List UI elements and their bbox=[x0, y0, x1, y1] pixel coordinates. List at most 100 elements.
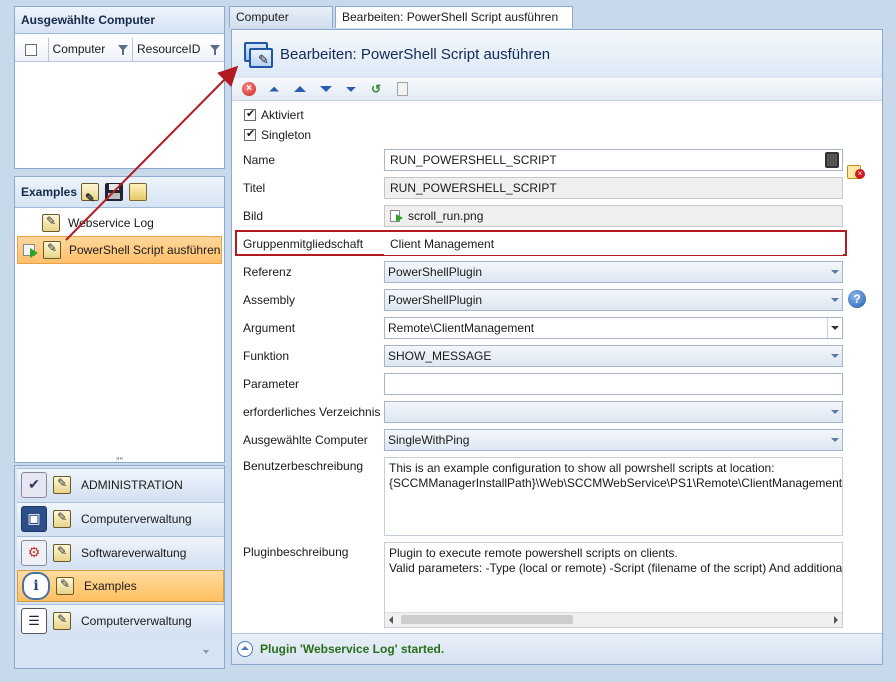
chevron-down-icon bbox=[831, 410, 839, 414]
selected-computers-grid-header: Computer ResourceID bbox=[15, 38, 224, 62]
parameter-label: Parameter bbox=[243, 377, 300, 391]
plugin-textarea[interactable]: Plugin to execute remote powershell scri… bbox=[384, 542, 843, 628]
computer-icon: ▣ bbox=[21, 505, 47, 532]
plugin-hscrollbar[interactable] bbox=[385, 612, 842, 627]
aktiviert-row[interactable]: ✔ Aktiviert bbox=[244, 107, 304, 123]
chevron-down-icon bbox=[831, 354, 839, 358]
verzeichnis-combo[interactable] bbox=[384, 401, 843, 423]
name-field[interactable]: RUN_POWERSHELL_SCRIPT bbox=[384, 149, 843, 171]
clear-name-icon[interactable]: × bbox=[847, 163, 865, 181]
column-computer-label: Computer bbox=[52, 42, 106, 56]
titel-label: Titel bbox=[243, 181, 266, 195]
clipboard-icon: ✔ bbox=[21, 471, 47, 498]
splitter-grip[interactable]: '''' bbox=[14, 457, 225, 466]
help-icon[interactable]: ? bbox=[848, 290, 866, 308]
collapse-up-icon[interactable] bbox=[237, 641, 253, 657]
scroll-right-icon[interactable] bbox=[834, 616, 838, 624]
filter-icon[interactable] bbox=[210, 44, 221, 55]
column-resourceid-label: ResourceID bbox=[137, 42, 201, 56]
move-up-icon[interactable] bbox=[292, 81, 308, 97]
singleton-checkbox[interactable]: ✔ bbox=[244, 128, 256, 141]
argument-combo[interactable]: Remote\ClientManagement bbox=[384, 317, 843, 339]
nav-administration[interactable]: ✔ ADMINISTRATION bbox=[17, 468, 224, 500]
plugin-icon bbox=[43, 241, 61, 259]
delete-icon[interactable]: × bbox=[241, 81, 257, 97]
bild-label: Bild bbox=[243, 209, 264, 223]
save-icon[interactable] bbox=[105, 183, 124, 201]
plugin-icon bbox=[53, 509, 71, 528]
benutzer-textarea[interactable]: This is an example configuration to show… bbox=[384, 457, 843, 536]
gruppe-field[interactable]: Client Management bbox=[384, 233, 843, 255]
examples-header: Examples bbox=[15, 177, 224, 213]
refresh-icon[interactable]: ↺ bbox=[368, 81, 384, 97]
scroll-thumb[interactable] bbox=[401, 615, 573, 624]
plugin-label: Pluginbeschreibung bbox=[243, 545, 349, 559]
open-folder-icon[interactable] bbox=[129, 183, 148, 201]
examples-title: Examples bbox=[21, 185, 78, 199]
plugin-icon bbox=[53, 543, 71, 562]
tree-item-webservice-log[interactable]: Webservice Log bbox=[15, 210, 224, 236]
parameter-field[interactable] bbox=[384, 373, 843, 395]
move-top-icon[interactable]: ⏶ bbox=[266, 81, 282, 97]
nav-computerverwaltung-list[interactable]: ☰ Computerverwaltung bbox=[17, 604, 224, 636]
select-all-checkbox[interactable] bbox=[25, 43, 38, 56]
ausgewaehlt-combo[interactable]: SingleWithPing bbox=[384, 429, 843, 451]
run-icon bbox=[23, 242, 39, 258]
titel-field[interactable]: RUN_POWERSHELL_SCRIPT bbox=[384, 177, 843, 199]
funktion-combo[interactable]: SHOW_MESSAGE bbox=[384, 345, 843, 367]
nav-softwareverwaltung[interactable]: ⚙ Softwareverwaltung bbox=[17, 536, 224, 568]
nav-overflow-chevron-icon[interactable] bbox=[200, 648, 214, 658]
singleton-row[interactable]: ✔ Singleton bbox=[244, 127, 311, 143]
tree-item-powershell-script[interactable]: PowerShell Script ausführen bbox=[17, 236, 222, 264]
aktiviert-checkbox[interactable]: ✔ bbox=[244, 108, 256, 121]
tab-label: Bearbeiten: PowerShell Script ausführen bbox=[342, 10, 559, 24]
name-picker-icon[interactable] bbox=[825, 152, 839, 168]
referenz-value: PowerShellPlugin bbox=[388, 265, 483, 279]
plugin-line-1: Plugin to execute remote powershell scri… bbox=[389, 546, 678, 560]
edit-window-icon: ✎ bbox=[244, 42, 274, 68]
tab-bearbeiten[interactable]: Bearbeiten: PowerShell Script ausführen … bbox=[335, 6, 573, 47]
clipboard-icon[interactable] bbox=[394, 81, 410, 97]
info-icon: i bbox=[22, 572, 50, 600]
move-bottom-icon[interactable]: ⏷ bbox=[343, 81, 359, 97]
selected-computers-title: Ausgewählte Computer bbox=[15, 7, 224, 34]
name-value: RUN_POWERSHELL_SCRIPT bbox=[390, 153, 557, 167]
assembly-combo[interactable]: PowerShellPlugin bbox=[384, 289, 843, 311]
editor-header: ✎ Bearbeiten: PowerShell Script ausführe… bbox=[232, 30, 882, 79]
titel-value: RUN_POWERSHELL_SCRIPT bbox=[390, 181, 557, 195]
status-bar: Plugin 'Webservice Log' started. bbox=[232, 633, 882, 664]
nav-label: Softwareverwaltung bbox=[81, 545, 187, 560]
chevron-down-icon[interactable] bbox=[827, 318, 842, 338]
ausgewaehlt-label: Ausgewählte Computer bbox=[243, 433, 368, 447]
help-icon-glyph: ? bbox=[853, 292, 861, 306]
filter-icon[interactable] bbox=[118, 44, 128, 55]
plugin-icon bbox=[56, 577, 74, 595]
move-down-icon[interactable] bbox=[318, 81, 334, 97]
gruppe-value: Client Management bbox=[390, 237, 495, 251]
status-message: Plugin 'Webservice Log' started. bbox=[260, 642, 445, 656]
bild-field[interactable]: scroll_run.png bbox=[384, 205, 843, 227]
edit-plugin-icon[interactable] bbox=[81, 183, 100, 213]
verzeichnis-label: erforderliches Verzeichnis bbox=[243, 405, 381, 419]
nav-label: Computerverwaltung bbox=[81, 613, 192, 628]
chevron-down-icon bbox=[831, 298, 839, 302]
scroll-left-icon[interactable] bbox=[389, 616, 393, 624]
tab-computer-suchen[interactable]: Computer suchen bbox=[229, 6, 333, 45]
referenz-combo[interactable]: PowerShellPlugin bbox=[384, 261, 843, 283]
nav-examples[interactable]: i Examples bbox=[17, 570, 224, 602]
argument-label: Argument bbox=[243, 321, 296, 335]
bild-value: scroll_run.png bbox=[408, 209, 484, 223]
assembly-value: PowerShellPlugin bbox=[388, 293, 483, 307]
plugin-line-2: Valid parameters: -Type (local or remote… bbox=[389, 561, 843, 575]
ausgewaehlt-value: SingleWithPing bbox=[388, 433, 470, 447]
nav-computerverwaltung[interactable]: ▣ Computerverwaltung bbox=[17, 502, 224, 534]
nav-label: Computerverwaltung bbox=[81, 511, 192, 526]
column-resourceid[interactable]: ResourceID bbox=[133, 38, 224, 61]
name-label: Name bbox=[243, 153, 276, 167]
editor-title: Bearbeiten: PowerShell Script ausführen bbox=[280, 46, 551, 63]
examples-panel: Examples Webservice Log PowerShell Scrip… bbox=[14, 176, 225, 463]
column-computer[interactable]: Computer bbox=[49, 38, 133, 61]
funktion-label: Funktion bbox=[243, 349, 290, 363]
argument-value: Remote\ClientManagement bbox=[388, 321, 535, 335]
plugin-icon bbox=[42, 214, 60, 232]
